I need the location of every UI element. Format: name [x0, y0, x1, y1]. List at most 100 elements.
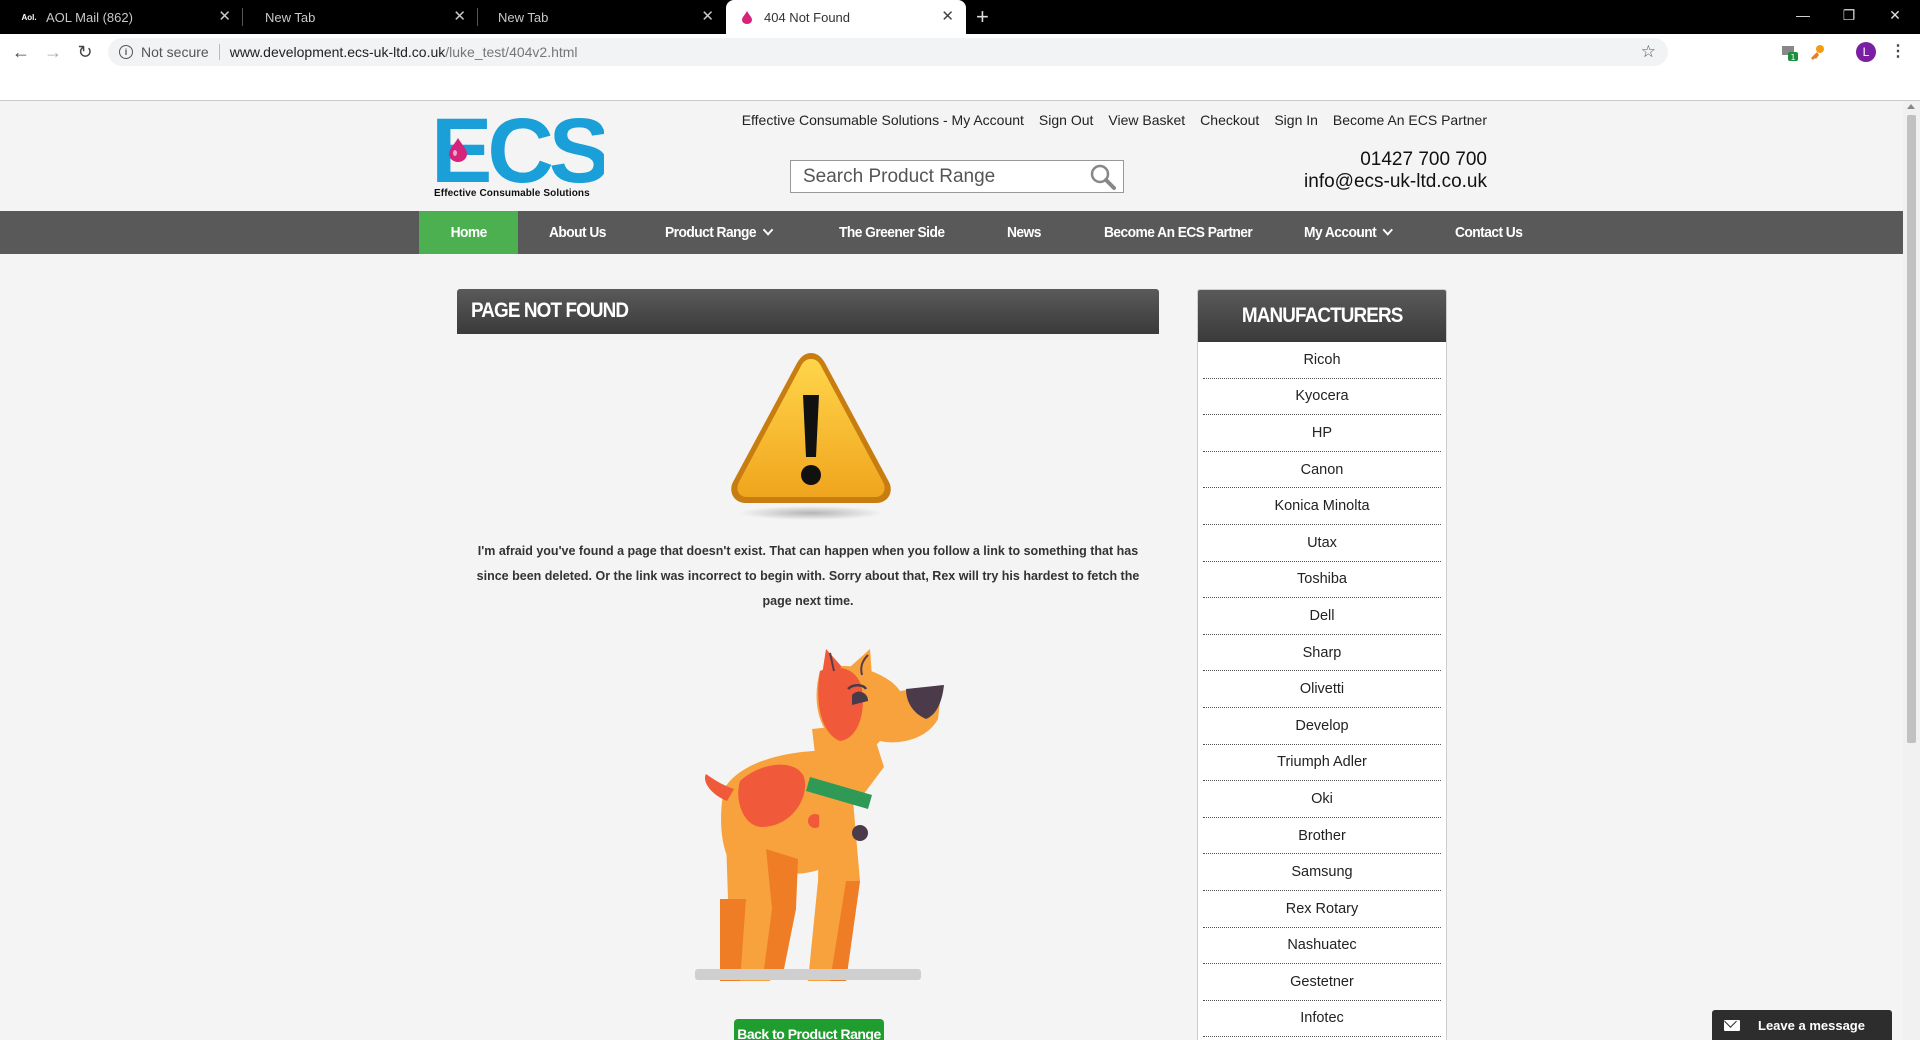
- nav-my-account[interactable]: My Account: [1304, 211, 1394, 254]
- manufacturer-link[interactable]: Rex Rotary: [1203, 891, 1441, 928]
- ecs-drop-icon: [738, 10, 756, 24]
- nav-label: My Account: [1304, 224, 1377, 241]
- manufacturer-link[interactable]: Konica Minolta: [1203, 488, 1441, 525]
- checkout-link[interactable]: Checkout: [1200, 112, 1259, 128]
- browser-tab-strip: Aol. AOL Mail (862) ✕ New Tab ✕ New Tab …: [0, 0, 1920, 34]
- manufacturer-link[interactable]: Canon: [1203, 452, 1441, 489]
- manufacturer-link[interactable]: Sharp: [1203, 635, 1441, 672]
- close-tab-icon[interactable]: ✕: [701, 9, 714, 24]
- sidebar-title: MANUFACTURERS: [1241, 304, 1403, 327]
- product-search: [790, 160, 1124, 193]
- profile-avatar[interactable]: L: [1856, 42, 1876, 62]
- scrollbar-thumb[interactable]: [1907, 115, 1916, 743]
- browser-tab[interactable]: New Tab ✕: [478, 0, 726, 34]
- manufacturer-link[interactable]: Utax: [1203, 525, 1441, 562]
- leave-message-widget[interactable]: Leave a message: [1712, 1010, 1892, 1040]
- close-tab-icon[interactable]: ✕: [941, 9, 954, 24]
- nav-label: Home: [450, 224, 487, 241]
- mail-icon: [1724, 1019, 1740, 1031]
- manufacturer-link[interactable]: Olivetti: [1203, 671, 1441, 708]
- manufacturer-list: Ricoh Kyocera HP Canon Konica Minolta Ut…: [1203, 342, 1441, 1038]
- nav-home[interactable]: Home: [419, 211, 518, 254]
- manufacturer-link[interactable]: HP: [1203, 415, 1441, 452]
- nav-greener-side[interactable]: The Greener Side: [839, 211, 945, 254]
- close-tab-icon[interactable]: ✕: [218, 9, 231, 24]
- nav-label: Product Range: [665, 224, 757, 241]
- url-host: www.development.ecs-uk-ltd.co.uk: [229, 44, 446, 60]
- page-viewport: ECS Effective Consumable Solutions Effec…: [0, 101, 1903, 1040]
- tab-title: 404 Not Found: [764, 9, 851, 25]
- forward-arrow-icon[interactable]: →: [41, 40, 65, 64]
- ecs-logo-mark: ECS: [431, 101, 612, 202]
- error-message: I'm afraid you've found a page that does…: [476, 544, 1140, 608]
- nav-label: Contact Us: [1455, 224, 1523, 241]
- restore-icon[interactable]: ❐: [1826, 0, 1872, 30]
- manufacturer-link[interactable]: Samsung: [1203, 854, 1441, 891]
- nav-become-partner[interactable]: Become An ECS Partner: [1104, 211, 1253, 254]
- chat-label: Leave a message: [1758, 1017, 1865, 1033]
- manufacturer-link[interactable]: Toshiba: [1203, 562, 1441, 599]
- logo-tagline: Effective Consumable Solutions: [434, 188, 590, 199]
- sign-out-link[interactable]: Sign Out: [1039, 112, 1093, 128]
- nav-product-range[interactable]: Product Range: [665, 211, 774, 254]
- sidebar-header: MANUFACTURERS: [1198, 290, 1446, 342]
- ecs-logo[interactable]: ECS Effective Consumable Solutions: [431, 101, 612, 202]
- nav-news[interactable]: News: [1007, 211, 1041, 254]
- nav-contact-us[interactable]: Contact Us: [1455, 211, 1523, 254]
- url-divider: [218, 44, 220, 60]
- tab-title: AOL Mail (862): [46, 9, 133, 25]
- bookmark-star-icon[interactable]: ☆: [1641, 42, 1656, 62]
- account-links: Effective Consumable Solutions - My Acco…: [742, 112, 1487, 128]
- back-to-product-range-button[interactable]: Back to Product Range: [734, 1019, 884, 1040]
- manufacturer-link[interactable]: Triumph Adler: [1203, 745, 1441, 782]
- search-input[interactable]: [803, 166, 1083, 188]
- browser-tab-active[interactable]: 404 Not Found ✕: [726, 0, 966, 34]
- nav-label: About Us: [549, 224, 606, 241]
- extension-icon[interactable]: 1: [1780, 42, 1800, 62]
- main-navigation: Home About Us Product Range The Greener …: [0, 211, 1903, 254]
- manufacturer-link[interactable]: Infotec: [1203, 1001, 1441, 1038]
- search-icon[interactable]: [1089, 163, 1117, 191]
- close-tab-icon[interactable]: ✕: [453, 9, 466, 24]
- address-bar[interactable]: i Not secure www.development.ecs-uk-ltd.…: [108, 38, 1668, 66]
- sign-in-link[interactable]: Sign In: [1274, 112, 1318, 128]
- info-icon[interactable]: i: [119, 45, 133, 59]
- browser-menu-icon[interactable]: ⋮: [1890, 42, 1906, 62]
- scroll-up-arrow-icon[interactable]: [1907, 104, 1915, 109]
- back-arrow-icon[interactable]: ←: [9, 40, 33, 64]
- reload-icon[interactable]: ↻: [73, 40, 97, 64]
- key-extension-icon[interactable]: [1808, 42, 1828, 62]
- minimize-icon[interactable]: —: [1780, 0, 1826, 30]
- chevron-down-icon: [762, 224, 774, 236]
- warning-triangle-icon: [731, 353, 891, 520]
- manufacturer-link[interactable]: Dell: [1203, 598, 1441, 635]
- tab-title: New Tab: [265, 9, 316, 25]
- contact-email[interactable]: info@ecs-uk-ltd.co.uk: [1304, 171, 1487, 193]
- page-title: PAGE NOT FOUND: [471, 299, 629, 322]
- rex-dog-illustration: [704, 649, 944, 981]
- view-basket-link[interactable]: View Basket: [1108, 112, 1185, 128]
- content-header: PAGE NOT FOUND: [457, 289, 1159, 334]
- browser-tab[interactable]: New Tab ✕: [243, 0, 478, 34]
- new-tab-button[interactable]: +: [976, 4, 989, 30]
- manufacturer-link[interactable]: Gestetner: [1203, 964, 1441, 1001]
- tab-title: New Tab: [498, 9, 549, 25]
- aol-icon: Aol.: [21, 12, 37, 22]
- manufacturers-sidebar: MANUFACTURERS Ricoh Kyocera HP Canon Kon…: [1197, 289, 1447, 1040]
- manufacturer-link[interactable]: Ricoh: [1203, 342, 1441, 379]
- url-path: /luke_test/404v2.html: [445, 44, 578, 60]
- manufacturer-link[interactable]: Oki: [1203, 781, 1441, 818]
- my-account-link[interactable]: Effective Consumable Solutions - My Acco…: [742, 112, 1024, 128]
- manufacturer-link[interactable]: Brother: [1203, 818, 1441, 855]
- browser-tab[interactable]: Aol. AOL Mail (862) ✕: [0, 0, 243, 34]
- close-window-icon[interactable]: ✕: [1872, 0, 1918, 30]
- manufacturer-link[interactable]: Develop: [1203, 708, 1441, 745]
- phone-number: 01427 700 700: [1360, 149, 1487, 170]
- manufacturer-link[interactable]: Nashuatec: [1203, 928, 1441, 965]
- extension-badge: 1: [1790, 53, 1795, 62]
- page-scrollbar[interactable]: [1903, 101, 1920, 1040]
- manufacturer-link[interactable]: Kyocera: [1203, 379, 1441, 416]
- become-partner-link[interactable]: Become An ECS Partner: [1333, 112, 1487, 128]
- security-label: Not secure: [141, 44, 209, 60]
- nav-about-us[interactable]: About Us: [549, 211, 606, 254]
